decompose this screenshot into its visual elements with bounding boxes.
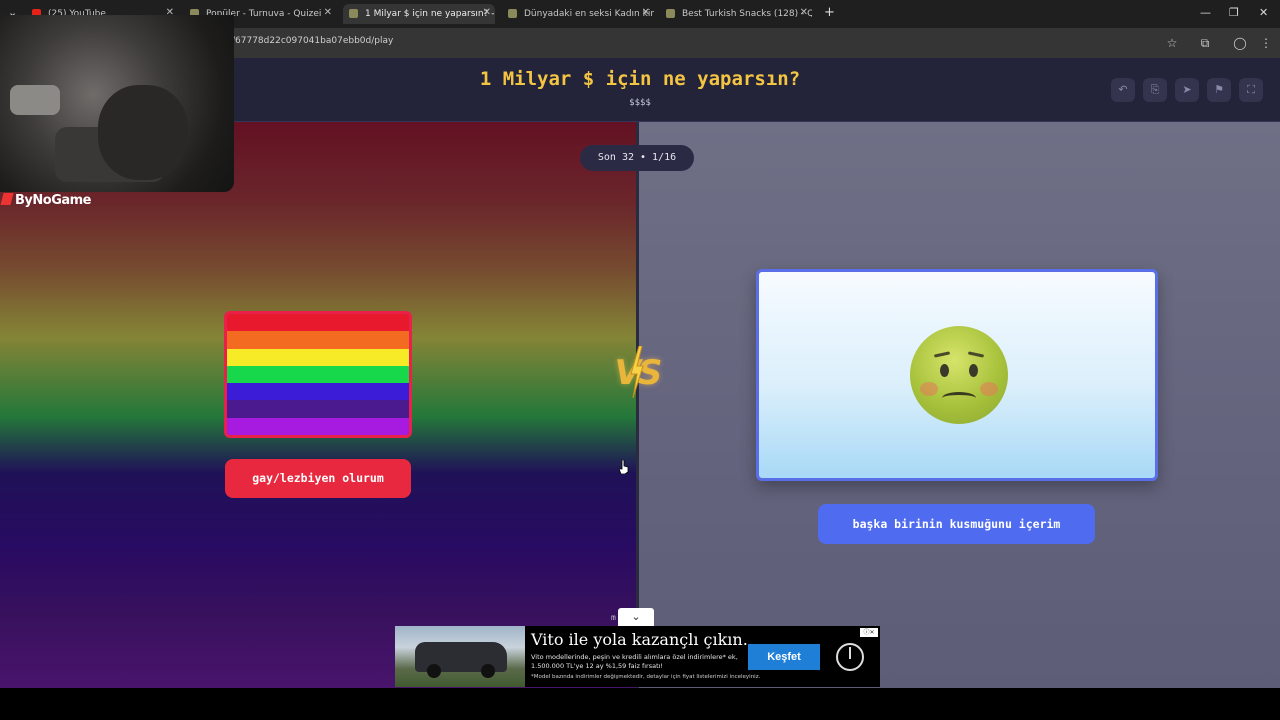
quizei-icon	[508, 9, 517, 18]
ad-note: *Model bazında indirimler değişmektedir,…	[531, 674, 761, 680]
undo-icon[interactable]: ↶	[1111, 78, 1135, 102]
ad-banner[interactable]: Vito ile yola kazançlı çıkın. Vito model…	[395, 626, 880, 687]
menu-icon[interactable]: ⋮	[1258, 35, 1274, 51]
url-text[interactable]: /67778d22c097041ba07ebb0d/play	[232, 36, 393, 46]
right-brow	[967, 351, 985, 358]
tab-label: 1 Milyar $ için ne yaparsın? - Qu	[365, 9, 495, 19]
flag-stripe	[227, 348, 409, 366]
tab-dunyadaki[interactable]: Dünyadaki en seksi Kadın kim - ✕	[502, 4, 654, 24]
right-option-button[interactable]: başka birinin kusmuğunu içerim	[818, 504, 1095, 544]
wheel	[427, 664, 441, 678]
extensions-icon[interactable]: ⧉	[1197, 35, 1213, 51]
close-icon[interactable]: ✕	[800, 7, 808, 18]
bookmark-star-icon[interactable]: ☆	[1164, 35, 1180, 51]
flag-stripe	[227, 383, 409, 401]
close-icon[interactable]: ✕	[642, 7, 650, 18]
ad-body: Vito modellerinde, peşin ve kredili alım…	[531, 653, 738, 670]
flag-icon[interactable]: ⚑	[1207, 78, 1231, 102]
rainbow-flag-image[interactable]	[224, 311, 412, 438]
brand-text: ByNoGame	[15, 193, 92, 208]
fullscreen-icon[interactable]: ⛶	[1239, 78, 1263, 102]
right-blush	[980, 382, 998, 396]
tab-label: Best Turkish Snacks (128) - Qui	[682, 9, 812, 19]
flag-stripe	[227, 417, 409, 435]
right-eye	[969, 364, 978, 377]
ad-headline[interactable]: Vito ile yola kazançlı çıkın.	[531, 630, 748, 649]
minimize-icon[interactable]: —	[1200, 6, 1211, 19]
left-blush	[920, 382, 938, 396]
tab-active-quiz[interactable]: 1 Milyar $ için ne yaparsın? - Qu ✕	[343, 4, 495, 24]
new-tab-button[interactable]: +	[824, 5, 835, 20]
ad-van-image[interactable]	[395, 626, 525, 687]
nauseated-face-emoji	[910, 326, 1008, 424]
quizei-icon	[349, 9, 358, 18]
tab-label: Dünyadaki en seksi Kadın kim -	[524, 9, 654, 19]
streamer-silhouette	[98, 85, 188, 180]
flag-stripe	[227, 331, 409, 349]
left-option-button[interactable]: gay/lezbiyen olurum	[225, 459, 411, 498]
left-brow	[933, 351, 951, 358]
pillow-shape	[10, 85, 60, 115]
close-icon[interactable]: ✕	[483, 7, 491, 18]
lightning-bolt-icon	[630, 346, 644, 398]
bynogame-logo-icon	[0, 193, 14, 205]
chevron-down-icon[interactable]: ⌄	[618, 608, 654, 626]
restore-icon[interactable]: ❐	[1229, 6, 1239, 19]
mouth	[942, 392, 976, 404]
webcam-overlay	[0, 15, 234, 192]
wheel	[481, 664, 495, 678]
flag-stripe	[227, 400, 409, 418]
flag-stripe	[227, 365, 409, 384]
center-divider	[636, 122, 639, 688]
van-shape	[415, 642, 507, 678]
quizei-icon	[666, 9, 675, 18]
flag-stripe	[227, 314, 409, 332]
share-icon[interactable]: ⎘	[1143, 78, 1167, 102]
mercedes-logo-icon	[836, 643, 864, 671]
round-counter: Son 32 • 1/16	[580, 145, 694, 171]
ad-cta-button[interactable]: Keşfet	[748, 644, 820, 670]
close-window-icon[interactable]: ✕	[1259, 6, 1268, 19]
profile-icon[interactable]: ◯	[1232, 35, 1248, 51]
tab-turkish-snacks[interactable]: Best Turkish Snacks (128) - Qui ✕	[660, 4, 812, 24]
right-option-image[interactable]	[756, 269, 1158, 481]
hand-cursor-icon	[619, 460, 629, 474]
bynogame-watermark: ByNoGame	[0, 193, 92, 208]
send-icon[interactable]: ➤	[1175, 78, 1199, 102]
left-eye	[940, 364, 949, 377]
ad-info-icon[interactable]: ⓘ✕	[860, 628, 878, 637]
close-icon[interactable]: ✕	[324, 7, 332, 18]
